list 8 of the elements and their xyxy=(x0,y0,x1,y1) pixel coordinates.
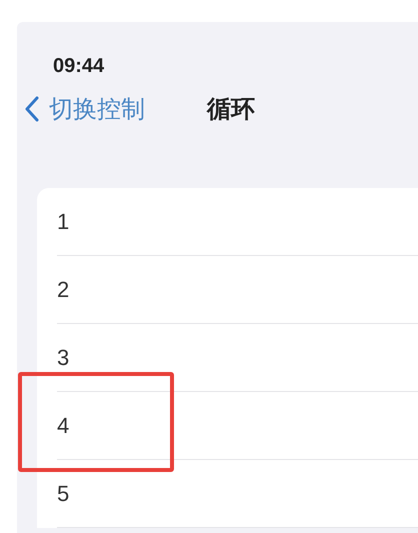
back-chevron-icon xyxy=(25,96,39,122)
option-item[interactable]: 5 xyxy=(57,480,70,506)
status-time: 09:44 xyxy=(53,55,104,78)
screen-title: 循环 xyxy=(207,95,255,125)
option-item[interactable]: 1 xyxy=(57,208,70,234)
option-item[interactable]: 3 xyxy=(57,344,70,370)
option-item[interactable]: 2 xyxy=(57,276,70,302)
option-item[interactable]: 4 xyxy=(57,412,70,438)
